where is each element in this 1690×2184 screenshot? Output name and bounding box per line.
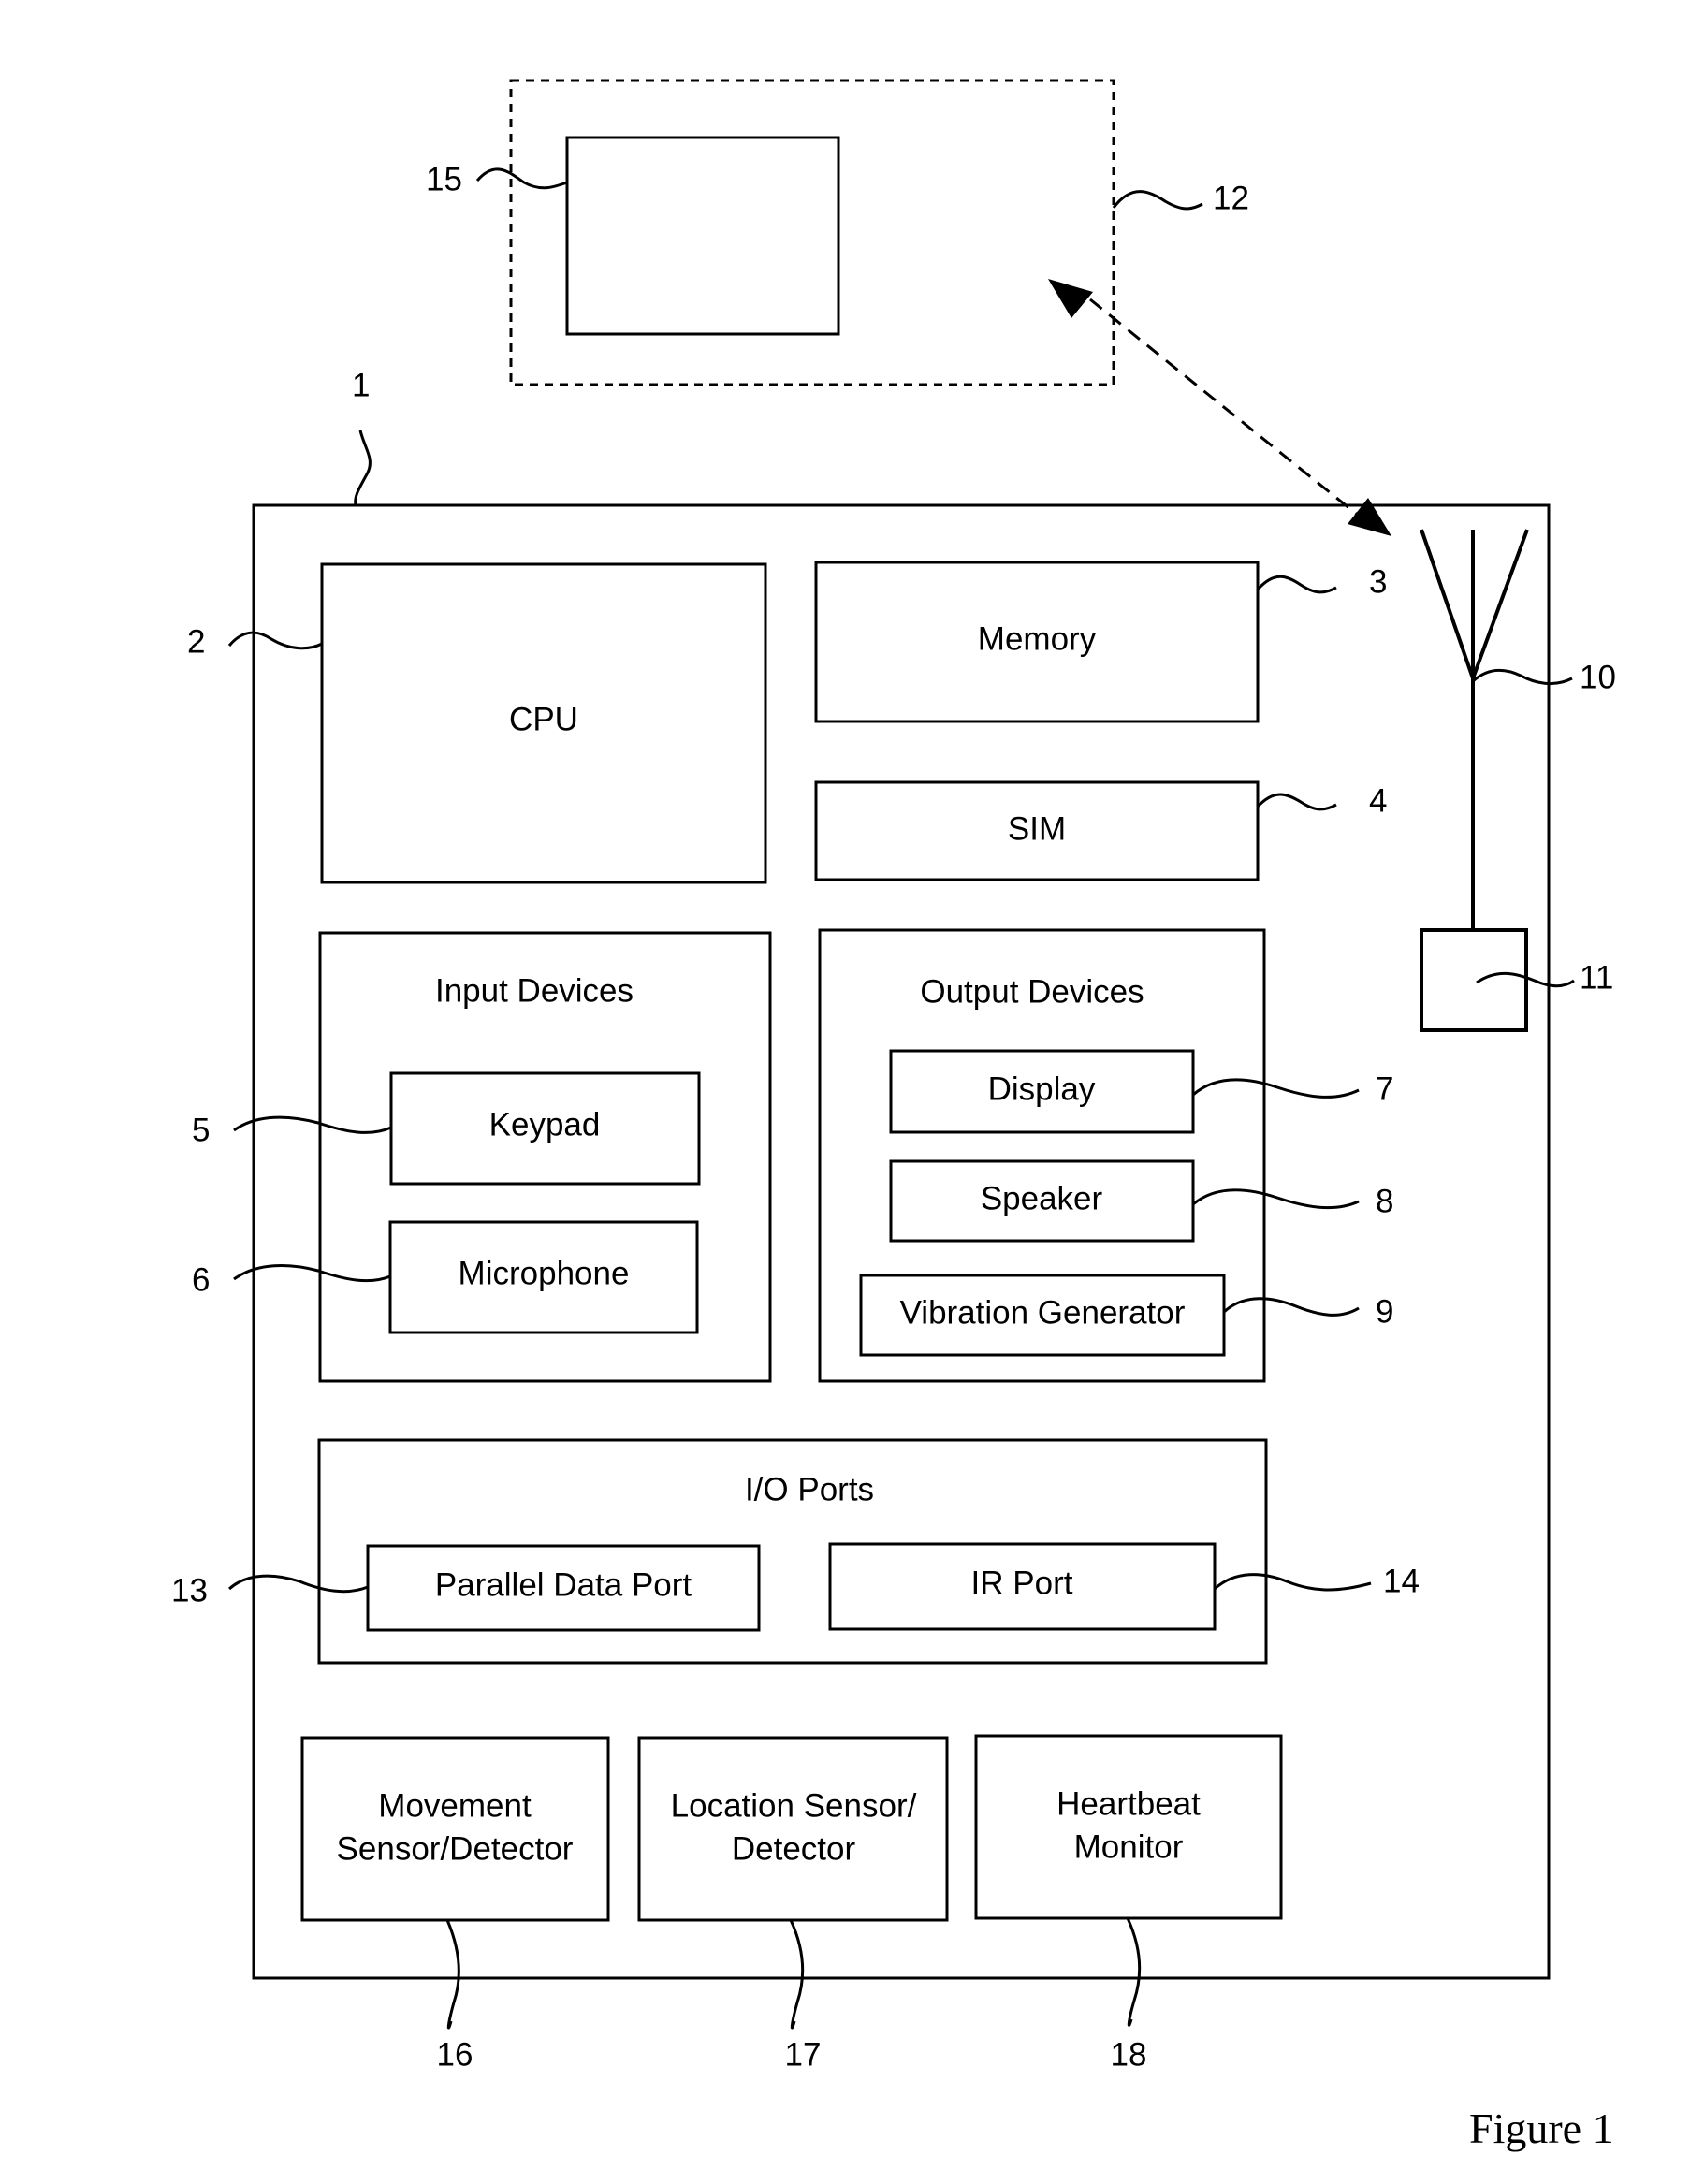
- ref-15: 15: [426, 161, 462, 197]
- leader-15: [475, 167, 568, 190]
- sim-label: SIM: [1008, 810, 1066, 847]
- ir-port-label: IR Port: [971, 1565, 1073, 1601]
- heartbeat-monitor-label-line2: Monitor: [1074, 1828, 1184, 1865]
- heartbeat-monitor-label-line1: Heartbeat: [1056, 1785, 1201, 1822]
- transceiver-block: [1420, 928, 1528, 1032]
- memory-label: Memory: [978, 620, 1097, 657]
- ref-4: 4: [1369, 782, 1387, 819]
- ref-17: 17: [785, 2036, 822, 2073]
- location-sensor-label-line1: Location Sensor/: [671, 1787, 917, 1824]
- figure-caption: Figure 1: [1469, 2104, 1614, 2152]
- external-device-component: [565, 136, 840, 336]
- ref-2: 2: [187, 623, 205, 660]
- ref-16: 16: [437, 2036, 473, 2073]
- display-label: Display: [988, 1070, 1096, 1107]
- arrowhead-to-antenna: [1348, 498, 1391, 536]
- movement-sensor-label-line1: Movement: [378, 1787, 532, 1824]
- leader-12: [1112, 190, 1203, 211]
- location-sensor-block: [637, 1736, 949, 1922]
- leader-17: [789, 1919, 805, 2030]
- ref-1: 1: [352, 367, 370, 403]
- keypad-label: Keypad: [489, 1106, 601, 1143]
- ref-7: 7: [1376, 1070, 1393, 1107]
- leader-2: [227, 631, 323, 650]
- parallel-data-port-label: Parallel Data Port: [435, 1566, 692, 1603]
- mobile-device: 1 CPU 2 Memory 3 SIM 4 10 11 Input Devic: [171, 367, 1616, 2073]
- ref-13: 13: [171, 1572, 208, 1609]
- location-sensor-label-line2: Detector: [732, 1830, 856, 1867]
- heartbeat-monitor-block: [974, 1734, 1283, 1920]
- leader-10: [1472, 668, 1573, 686]
- speaker-label: Speaker: [981, 1180, 1103, 1216]
- ref-18: 18: [1111, 2036, 1147, 2073]
- cpu-label: CPU: [509, 701, 578, 737]
- ref-8: 8: [1376, 1183, 1393, 1219]
- leader-16: [445, 1919, 460, 2030]
- io-ports-title: I/O Ports: [745, 1471, 874, 1507]
- movement-sensor-block: [300, 1736, 610, 1922]
- leader-1: [354, 430, 372, 506]
- vibration-generator-label: Vibration Generator: [900, 1294, 1186, 1331]
- ref-9: 9: [1376, 1293, 1393, 1330]
- wireless-link: [1089, 298, 1365, 522]
- external-device: 15 12: [426, 79, 1249, 386]
- output-devices-title: Output Devices: [920, 973, 1144, 1010]
- ref-10: 10: [1580, 659, 1616, 695]
- ref-11: 11: [1580, 959, 1613, 996]
- ref-12: 12: [1213, 180, 1249, 216]
- leader-18: [1126, 1917, 1142, 2027]
- arrowhead-to-external: [1048, 279, 1093, 318]
- leader-4: [1256, 793, 1337, 811]
- ref-14: 14: [1383, 1563, 1420, 1599]
- input-devices-title: Input Devices: [435, 972, 634, 1009]
- ref-6: 6: [192, 1261, 210, 1298]
- microphone-label: Microphone: [459, 1255, 630, 1291]
- antenna-icon: [1420, 529, 1529, 930]
- ref-3: 3: [1369, 563, 1387, 600]
- leader-3: [1256, 575, 1337, 594]
- movement-sensor-label-line2: Sensor/Detector: [337, 1830, 574, 1867]
- block-diagram: 15 12 1 CPU 2 Memory 3 SIM 4 10 11 Input…: [171, 79, 1616, 2152]
- ref-5: 5: [192, 1112, 210, 1148]
